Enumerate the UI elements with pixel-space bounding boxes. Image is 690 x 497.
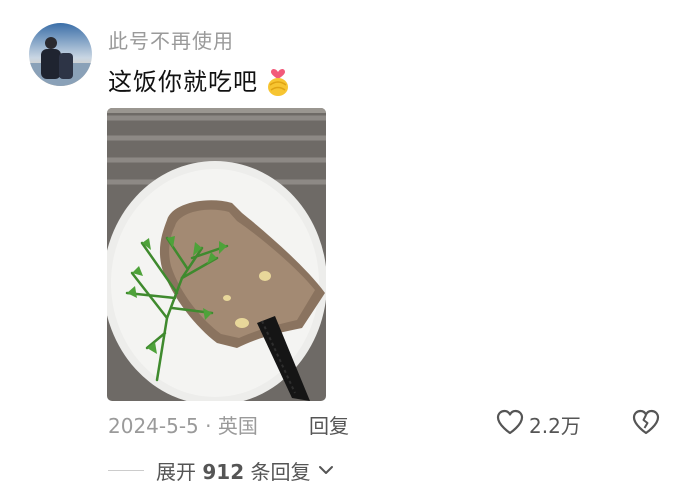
expand-label: 展开 912 条回复: [156, 456, 310, 485]
dislike-button[interactable]: [631, 408, 661, 440]
comment-body: 这饭你就吃吧: [108, 68, 258, 96]
username[interactable]: 此号不再使用: [108, 25, 234, 54]
expand-replies[interactable]: 展开 912 条回复: [108, 456, 334, 485]
comment-photo[interactable]: [107, 108, 326, 401]
like-count: 2.2万: [529, 413, 581, 438]
expand-prefix: 展开: [156, 460, 196, 484]
comment-location: 英国: [217, 414, 258, 438]
avatar[interactable]: [29, 23, 92, 86]
expand-divider: [108, 470, 144, 471]
reply-count: 912: [202, 460, 245, 484]
heart-icon: [495, 408, 525, 440]
reply-button[interactable]: 回复: [309, 410, 349, 439]
meta-separator: ·: [205, 414, 212, 438]
comment-date: 2024-5-5: [108, 414, 199, 438]
heart-hands-icon: [264, 63, 292, 97]
chevron-down-icon: [318, 461, 334, 480]
comment-meta: 2024-5-5 · 英国: [108, 410, 258, 439]
comment-text: 这饭你就吃吧: [108, 62, 292, 97]
like-button[interactable]: 2.2万: [495, 408, 581, 440]
broken-heart-icon: [631, 409, 661, 440]
expand-suffix: 条回复: [250, 460, 311, 484]
